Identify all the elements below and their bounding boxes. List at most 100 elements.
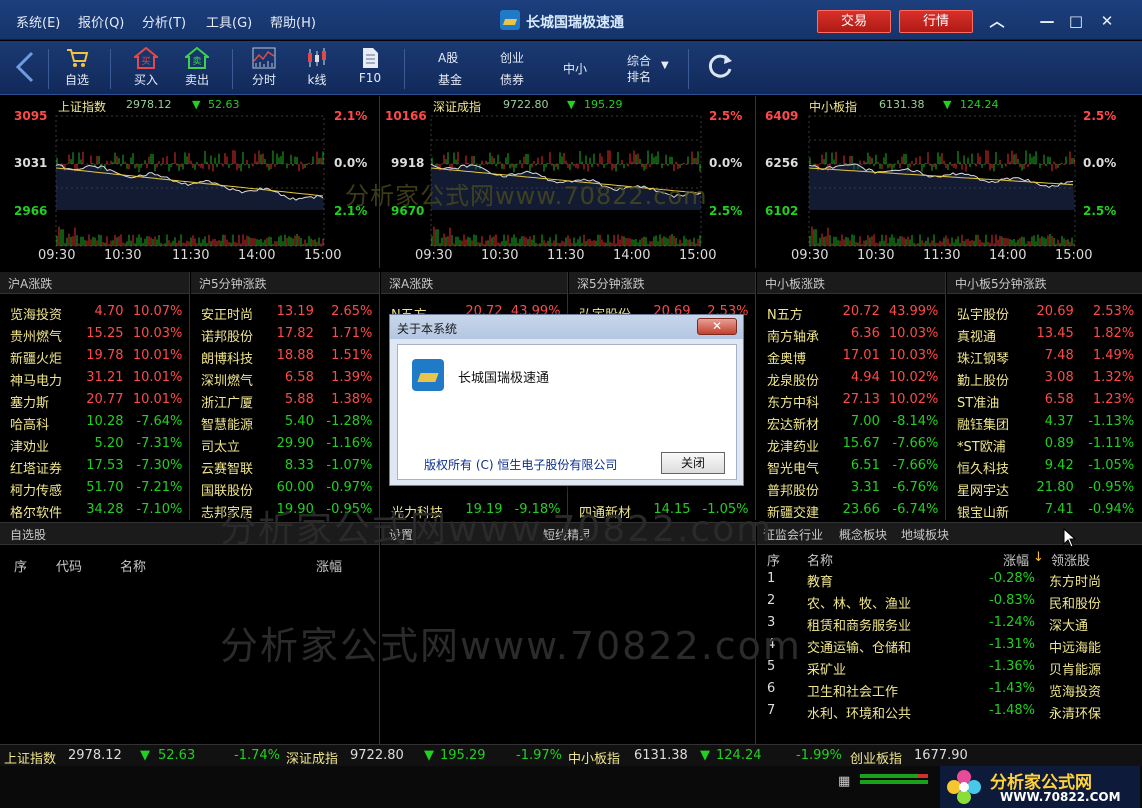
section-title[interactable]: 深A涨跌 [389,275,433,292]
sell-button[interactable]: 卖 卖出 [177,47,217,91]
list-item[interactable]: 龙津药业 15.67 -7.66% [757,433,945,455]
trade-button[interactable]: 交易 [817,10,891,33]
table-row[interactable]: 4 交通运输、仓储和 -1.31% 中远海能 [757,634,1142,656]
list-item[interactable]: 智光电气 6.51 -7.66% [757,455,945,477]
dialog-close-button[interactable]: 关闭 [661,452,725,474]
menu-help[interactable]: 帮助(H) [270,12,316,31]
list-item[interactable]: 贵州燃气 15.25 10.03% [0,323,189,345]
list-item[interactable]: 银宝山新 7.41 -0.94% [947,499,1142,521]
industry-name: 教育 [807,575,834,590]
watermark-text: 分析家公式网www.70822.com [345,182,708,210]
small-cap-tab[interactable]: 中小 [563,60,587,77]
timeshare-button[interactable]: 分时 [244,47,284,91]
list-item[interactable]: 格尔软件 34.28 -7.10% [0,499,189,521]
dropdown-arrow-icon[interactable]: ▼ [661,60,669,71]
status-bar: 上证指数 2978.12 ▼ 52.63 -1.74% 深证成指 9722.80… [0,744,1142,767]
kline-button[interactable]: k线 [297,47,337,91]
list-item[interactable]: 宏达新材 7.00 -8.14% [757,411,945,433]
f10-button[interactable]: F10 [350,47,390,91]
document-icon [363,48,378,68]
quote-button[interactable]: 行情 [899,10,973,33]
table-row[interactable]: 2 农、林、牧、渔业 -0.83% 民和股份 [757,590,1142,612]
list-item[interactable]: 国联股份 60.00 -0.97% [191,477,379,499]
list-item[interactable]: 新疆交建 23.66 -6.74% [757,499,945,521]
maximize-icon[interactable]: □ [1063,9,1089,33]
chart-sme-index[interactable]: 中小板指 6131.38 ▼ 124.24 6409 6256 6102 2.5… [757,96,1142,268]
list-item[interactable]: 恒久科技 9.42 -1.05% [947,455,1142,477]
table-row[interactable]: 7 水利、环境和公共 -1.48% 永清环保 [757,700,1142,722]
list-item[interactable]: *ST欧浦 0.89 -1.11% [947,433,1142,455]
list-item[interactable]: 弘宇股份 20.69 2.53% [947,301,1142,323]
list-item[interactable]: 柯力传感 51.70 -7.21% [0,477,189,499]
list-item[interactable]: 司太立 29.90 -1.16% [191,433,379,455]
section-title[interactable]: 沪A涨跌 [8,275,52,292]
fund-tab[interactable]: 基金 [438,71,462,88]
stock-price: 4.37 [1044,414,1074,429]
list-item[interactable]: 深圳燃气 6.58 1.39% [191,367,379,389]
industry-change: -0.83% [989,593,1035,608]
back-icon[interactable] [10,51,40,95]
list-item[interactable]: 神马电力 31.21 10.01% [0,367,189,389]
menu-system[interactable]: 系统(E) [16,12,60,31]
list-item[interactable]: 云赛智联 8.33 -1.07% [191,455,379,477]
close-icon[interactable]: ✕ [1094,9,1120,33]
list-item[interactable]: 南方轴承 6.36 10.03% [757,323,945,345]
list-item[interactable]: 勤上股份 3.08 1.32% [947,367,1142,389]
list-item[interactable]: 浙江广厦 5.88 1.38% [191,389,379,411]
rank-tab[interactable]: 综合 [627,52,651,69]
list-item[interactable]: ST准油 6.58 1.23% [947,389,1142,411]
watchlist-title[interactable]: 自选股 [10,526,46,543]
down-arrow-icon: ▼ [567,98,576,111]
app-title: 长城国瑞极速通 [526,15,624,31]
menu-quote[interactable]: 报价(Q) [78,12,124,31]
section-title[interactable]: 深5分钟涨跌 [577,275,645,292]
stock-name: 勤上股份 [957,374,1010,389]
section-title[interactable]: 沪5分钟涨跌 [199,275,267,292]
collapse-icon[interactable]: ︿ [984,9,1010,33]
dialog-title-bar[interactable]: 关于本系统 ✕ [390,315,743,339]
list-item[interactable]: 智慧能源 5.40 -1.28% [191,411,379,433]
tab-region[interactable]: 地域板块 [901,526,949,543]
list-item[interactable]: 诺邦股份 17.82 1.71% [191,323,379,345]
list-item[interactable]: 朗博科技 18.88 1.51% [191,345,379,367]
list-item[interactable]: 津劝业 5.20 -7.31% [0,433,189,455]
list-item[interactable]: 红塔证券 17.53 -7.30% [0,455,189,477]
watchlist-button[interactable]: 自选 [57,47,97,91]
tab-concept[interactable]: 概念板块 [839,526,887,543]
table-row[interactable]: 3 租赁和商务服务业 -1.24% 深大通 [757,612,1142,634]
list-item[interactable]: 普邦股份 3.31 -6.76% [757,477,945,499]
table-row[interactable]: 6 卫生和社会工作 -1.43% 览海投资 [757,678,1142,700]
menu-tools[interactable]: 工具(G) [206,12,252,31]
chart-sh-index[interactable]: 上证指数 2978.12 ▼ 52.63 3095 3031 2966 2.1%… [0,96,380,268]
list-item[interactable]: 真视通 13.45 1.82% [947,323,1142,345]
list-item[interactable]: 金奥博 17.01 10.03% [757,345,945,367]
gem-tab[interactable]: 创业 [500,49,524,66]
list-item[interactable]: 安正时尚 13.19 2.65% [191,301,379,323]
flower-logo-icon [947,770,981,804]
grid-icon[interactable]: ▦ [838,774,850,789]
section-title[interactable]: 中小板涨跌 [765,275,825,292]
list-item[interactable]: 塞力斯 20.77 10.01% [0,389,189,411]
dialog-close-icon[interactable]: ✕ [697,318,737,335]
table-row[interactable]: 1 教育 -0.28% 东方时尚 [757,568,1142,590]
list-item[interactable]: 珠江钢琴 7.48 1.49% [947,345,1142,367]
stock-change: -1.28% [326,414,373,429]
bond-tab[interactable]: 债券 [500,71,524,88]
list-item[interactable]: 融钰集团 4.37 -1.13% [947,411,1142,433]
stock-price: 51.70 [86,480,124,495]
list-item[interactable]: 龙泉股份 4.94 10.02% [757,367,945,389]
list-item[interactable]: 新疆火炬 19.78 10.01% [0,345,189,367]
list-item[interactable]: 览海投资 4.70 10.07% [0,301,189,323]
list-item[interactable]: N五方 20.72 43.99% [757,301,945,323]
a-share-tab[interactable]: A股 [438,49,458,66]
menu-analysis[interactable]: 分析(T) [142,12,186,31]
section-title[interactable]: 中小板5分钟涨跌 [955,275,1047,292]
minimize-icon[interactable]: — [1034,9,1060,33]
list-item[interactable]: 哈高科 10.28 -7.64% [0,411,189,433]
table-row[interactable]: 5 采矿业 -1.36% 贝肯能源 [757,656,1142,678]
list-item[interactable]: 星网宇达 21.80 -0.95% [947,477,1142,499]
refresh-icon[interactable] [704,51,736,95]
list-item[interactable]: 东方中科 27.13 10.02% [757,389,945,411]
buy-button[interactable]: 买 买入 [126,47,166,91]
rank-tab-line2[interactable]: 排名 [627,68,651,85]
